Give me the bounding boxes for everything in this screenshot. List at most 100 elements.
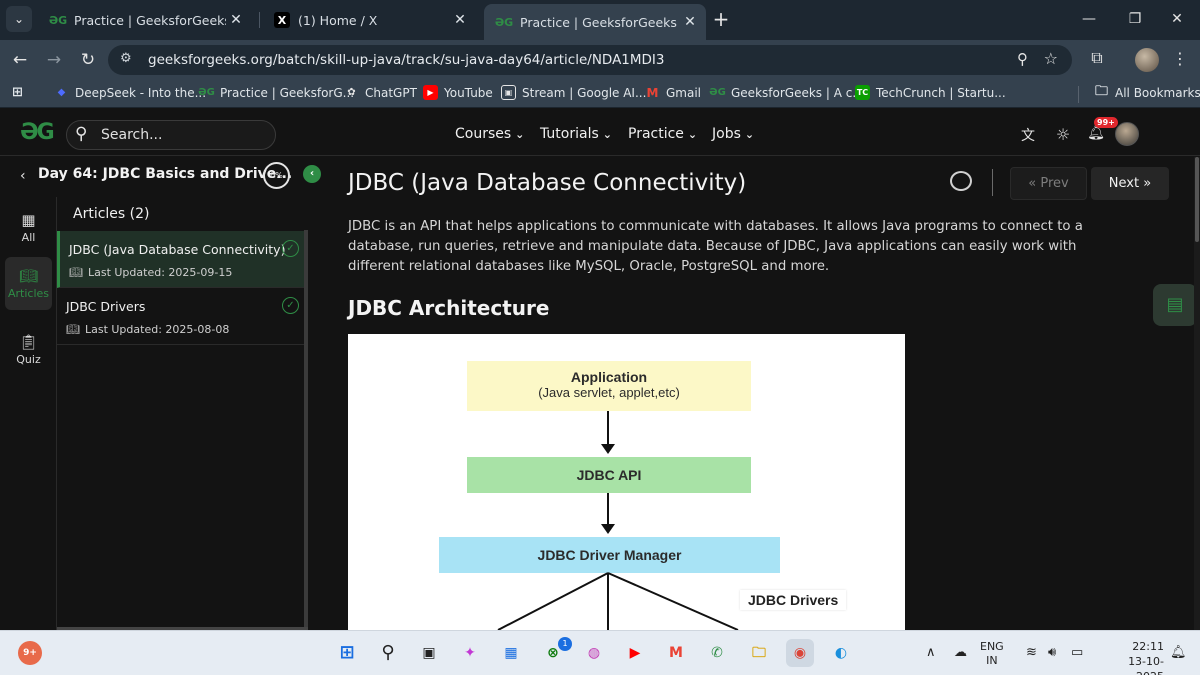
cloud-off-icon[interactable]: ☁ (954, 645, 967, 660)
rail-label: Articles (7, 287, 50, 300)
reload-icon[interactable]: ↻ (76, 48, 100, 72)
rail-item-articles[interactable]: 📖︎ Articles (5, 257, 52, 310)
nav-tutorials[interactable]: Tutorials ⌄ (540, 126, 612, 142)
store-icon[interactable]: ▦ (497, 639, 525, 667)
bookmark-gfg-home[interactable]: ƏG GeeksforGeeks | A c... (709, 85, 864, 100)
bookmark-label: Stream | Google AI... (522, 85, 647, 100)
nav-practice[interactable]: Practice ⌄ (628, 126, 697, 142)
sidebar-scrollbar[interactable] (304, 230, 308, 630)
check-circle-icon: ✓ (282, 297, 299, 314)
url-text[interactable]: geeksforgeeks.org/batch/skill-up-java/tr… (148, 52, 665, 68)
gfg-logo[interactable]: ƏG (20, 120, 55, 145)
progress-ring: 0% (263, 162, 290, 189)
chevron-down-icon: ⌄ (744, 128, 755, 141)
windows-start-icon[interactable]: ⊞ (333, 639, 361, 667)
search-icon[interactable]: ⚲ (374, 639, 402, 667)
book-icon: 📖︎ (66, 323, 80, 336)
chevron-down-icon: ⌄ (687, 128, 698, 141)
deepseek-icon: ◆ (57, 87, 66, 98)
search-input[interactable]: ⚲ Search... (66, 120, 276, 150)
jdbc-architecture-diagram: Application (Java servlet, applet,etc) J… (348, 334, 905, 630)
volume-icon[interactable]: 🔊︎ (1048, 645, 1056, 660)
new-tab-icon[interactable]: + (710, 6, 732, 32)
divider (992, 169, 993, 196)
all-bookmarks[interactable]: 🗀 All Bookmarks (1094, 84, 1200, 100)
list-item[interactable]: JDBC (Java Database Connectivity) 📖︎ Last… (57, 231, 308, 288)
chevron-left-icon[interactable]: ‹ (20, 168, 26, 184)
list-item[interactable]: JDBC Drivers 📖︎ Last Updated: 2025-08-08 … (57, 288, 308, 345)
browser-tab[interactable]: ƏG Practice | GeeksforGeeks | A co ✕ (38, 6, 252, 34)
wifi-icon[interactable]: ≋ (1026, 645, 1037, 660)
rail-item-quiz[interactable]: 📋︎ Quiz (5, 333, 52, 366)
tab-search-chevron-icon[interactable]: ⌄ (6, 6, 32, 32)
close-icon[interactable]: ✕ (450, 12, 470, 28)
address-bar-row: ← → ↻ ⚙ geeksforgeeks.org/batch/skill-up… (0, 40, 1200, 80)
extensions-icon[interactable]: ⧉ (1086, 48, 1108, 70)
chat-icon[interactable]: ▤ (1153, 284, 1197, 326)
bookmark-techcrunch[interactable]: TC TechCrunch | Startu... (855, 85, 1006, 100)
avatar[interactable] (1115, 122, 1139, 146)
language-indicator[interactable]: ENG IN (980, 640, 1004, 668)
restore-icon[interactable]: ❐ (1112, 0, 1158, 38)
chevron-up-icon[interactable]: ∧ (926, 645, 936, 660)
close-icon[interactable]: ✕ (680, 14, 700, 30)
clock[interactable]: 22:11 13-10-2025 (1102, 639, 1164, 675)
site-info-icon[interactable]: ⚙ (120, 51, 132, 66)
next-button[interactable]: Next » (1091, 167, 1169, 200)
notification-badge: 99+ (1094, 117, 1118, 128)
collapse-sidebar-button[interactable]: ‹ (303, 165, 321, 183)
browser-tab-active[interactable]: ƏG Practice | GeeksforGeeks | A co ✕ (484, 4, 706, 40)
photos-icon[interactable]: ◍ (580, 639, 608, 667)
scrollbar-thumb[interactable] (1195, 157, 1199, 242)
edge-icon[interactable]: ◐ (827, 639, 855, 667)
file-explorer-icon[interactable]: 🗀 (745, 639, 773, 667)
back-arrow-icon[interactable]: ← (8, 48, 32, 72)
rail-item-all[interactable]: ▦ All (5, 211, 52, 244)
bookmark-deepseek[interactable]: ◆ DeepSeek - Into the... (54, 85, 206, 100)
bookmark-gmail[interactable]: M Gmail (645, 85, 702, 100)
notification-icon[interactable]: 🔔︎ (1170, 645, 1187, 660)
browser-menu-icon[interactable]: ⋮ (1172, 49, 1188, 68)
updated-text: Last Updated: 2025-09-15 (87, 266, 233, 279)
url-bar[interactable]: ⚙ geeksforgeeks.org/batch/skill-up-java/… (108, 45, 1072, 75)
bell-icon[interactable]: 🔔︎ (1085, 125, 1107, 147)
copilot-icon[interactable]: ✦ (456, 639, 484, 667)
bookmark-star-icon[interactable]: ☆ (1044, 49, 1058, 68)
comment-icon[interactable] (950, 171, 972, 191)
page-scrollbar[interactable] (1194, 157, 1200, 630)
apps-grid-icon[interactable]: ⊞ (10, 85, 31, 100)
close-icon[interactable]: ✕ (226, 12, 246, 28)
nav-jobs[interactable]: Jobs ⌄ (712, 126, 754, 142)
prev-button[interactable]: « Prev (1010, 167, 1087, 200)
youtube-icon[interactable]: ▶ (621, 639, 649, 667)
task-view-icon[interactable]: ▣ (415, 639, 443, 667)
bookmark-gfg-practice[interactable]: ƏG Practice | GeeksforG... (198, 85, 354, 100)
translate-icon[interactable]: 文 (1017, 125, 1039, 147)
profile-avatar[interactable] (1135, 48, 1159, 72)
theme-toggle-icon[interactable]: ☼ (1052, 125, 1074, 147)
minimize-icon[interactable]: — (1066, 0, 1112, 38)
weather-widget-icon[interactable]: 9+ (18, 641, 42, 665)
diagram-connectors (497, 572, 739, 630)
page-title: JDBC (Java Database Connectivity) (348, 170, 747, 196)
forward-arrow-icon[interactable]: → (42, 48, 66, 72)
zoom-icon[interactable]: ⚲ (1017, 50, 1028, 68)
language-label: ENG (980, 640, 1004, 653)
bookmark-label: ChatGPT (365, 85, 417, 100)
browser-tab[interactable]: X (1) Home / X ✕ (262, 6, 476, 34)
chrome-icon[interactable]: ◉ (786, 639, 814, 667)
bookmark-youtube[interactable]: ▶ YouTube (423, 85, 493, 100)
nav-courses[interactable]: Courses ⌄ (455, 126, 524, 142)
search-icon: ⚲ (75, 124, 88, 144)
window-close-icon[interactable]: ✕ (1154, 0, 1200, 38)
bookmark-label: Gmail (666, 85, 702, 100)
bookmark-google-ai[interactable]: ▣ Stream | Google AI... (501, 85, 646, 100)
battery-icon[interactable]: ▭ (1071, 645, 1083, 660)
whatsapp-icon[interactable]: ✆ (703, 639, 731, 667)
bookmark-chatgpt[interactable]: ✿ ChatGPT (344, 85, 417, 100)
tab-title: Practice | GeeksforGeeks | A co (74, 12, 226, 28)
gmail-icon[interactable]: M (662, 639, 690, 667)
course-title[interactable]: Day 64: JDBC Basics and Drive... (38, 166, 292, 182)
x-icon: X (274, 12, 290, 28)
tab-title: Practice | GeeksforGeeks | A co (520, 14, 680, 30)
